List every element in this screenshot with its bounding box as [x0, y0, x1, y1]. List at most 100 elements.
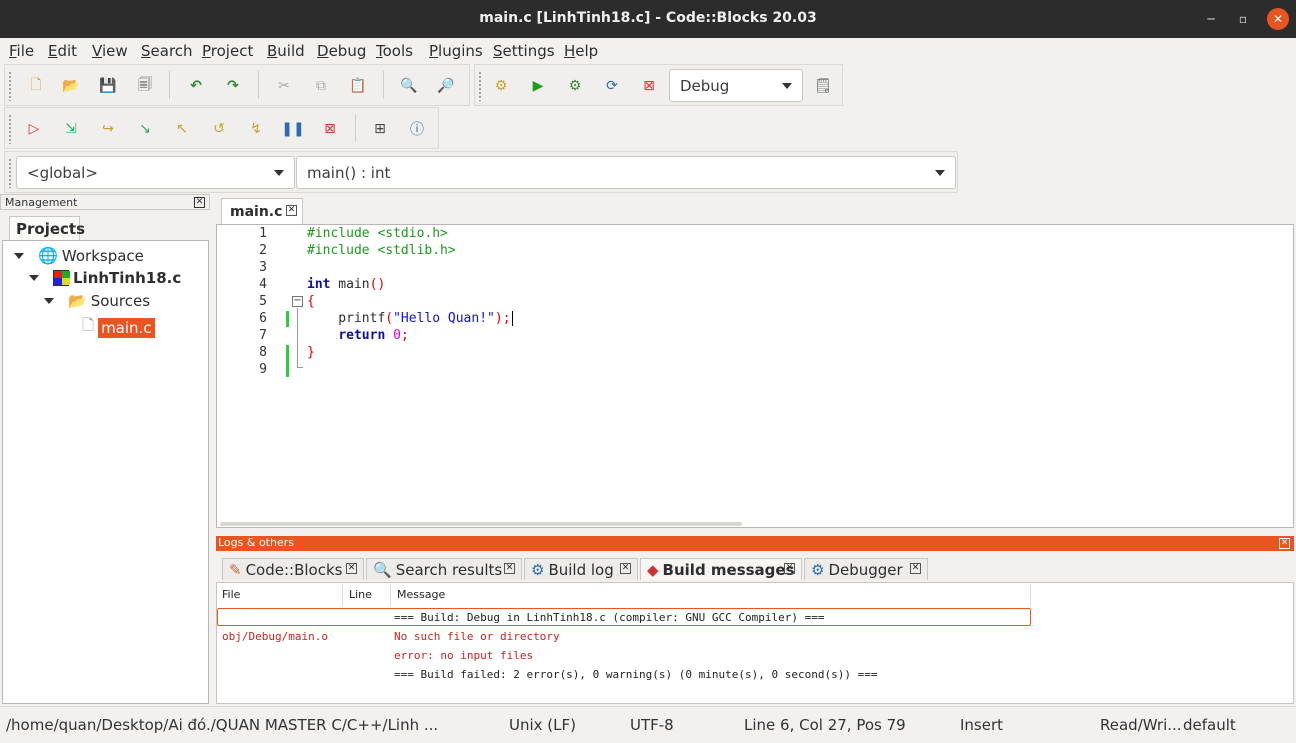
compiler-toolbar: ⚙ ▶ ⚙ ⟳ ⊠ Debug 🗒: [474, 64, 843, 106]
scope-select[interactable]: <global>: [16, 156, 295, 189]
close-icon[interactable]: ✕: [784, 563, 795, 574]
column-header-line[interactable]: Line: [349, 588, 372, 601]
code-line-1: #include <stdio.h>: [307, 226, 448, 241]
menu-search[interactable]: Search: [141, 42, 193, 60]
find-icon[interactable]: 🔍: [398, 75, 420, 97]
open-file-icon[interactable]: 📂: [60, 75, 82, 97]
build-options-icon[interactable]: 🗒: [812, 75, 834, 97]
copy-icon[interactable]: ⧉: [310, 75, 332, 97]
tree-workspace[interactable]: 🌐 Workspace: [14, 246, 144, 265]
toolbar-grip[interactable]: [478, 71, 482, 101]
row-file[interactable]: obj/Debug/main.o: [222, 630, 328, 643]
tab-label: Build messages: [662, 560, 795, 579]
tree-file-main[interactable]: 🗋 main.c: [82, 315, 155, 340]
tab-codeblocks-log[interactable]: ✎ Code::Blocks ✕: [222, 558, 364, 580]
tab-build-log[interactable]: ⚙ Build log ✕: [524, 558, 638, 580]
tab-main-c[interactable]: main.c ✕: [221, 198, 303, 224]
step-into-instruction-icon[interactable]: ↯: [245, 118, 267, 140]
toolbar-separator: [169, 71, 170, 99]
close-window-button[interactable]: ✕: [1267, 8, 1289, 30]
toolbar-grip[interactable]: [8, 71, 12, 101]
fold-end: [297, 367, 303, 368]
close-icon[interactable]: ✕: [346, 563, 357, 574]
build-gear-icon[interactable]: ⚙: [490, 75, 512, 97]
column-header-file[interactable]: File: [222, 588, 240, 601]
column-divider: [342, 584, 343, 606]
row-message[interactable]: No such file or directory: [394, 630, 560, 643]
tab-debugger[interactable]: ⚙ Debugger ✕: [804, 558, 928, 580]
step-into-icon[interactable]: ↘: [134, 118, 156, 140]
build-and-run-icon[interactable]: ⚙: [564, 75, 586, 97]
tab-search-results[interactable]: 🔍 Search results ✕: [366, 558, 522, 580]
row-message[interactable]: === Build failed: 2 error(s), 0 warning(…: [394, 668, 877, 681]
status-insert-mode: Insert: [960, 716, 1004, 734]
close-icon[interactable]: ✕: [910, 563, 921, 574]
code-line-5: {: [307, 294, 315, 309]
menu-file[interactable]: File: [9, 42, 34, 60]
step-out-icon[interactable]: ↖: [171, 118, 193, 140]
close-icon[interactable]: ✕: [620, 563, 631, 574]
next-line-icon[interactable]: ↪: [97, 118, 119, 140]
debug-windows-icon[interactable]: ⊞: [369, 118, 391, 140]
menu-help[interactable]: Help: [564, 42, 598, 60]
menu-build[interactable]: Build: [267, 42, 305, 60]
function-select[interactable]: main() : int: [296, 156, 956, 189]
rebuild-icon[interactable]: ⟳: [601, 75, 623, 97]
cut-icon[interactable]: ✂: [273, 75, 295, 97]
folder-label: Sources: [90, 292, 151, 310]
menu-plugins[interactable]: Plugins: [429, 42, 483, 60]
debug-continue-icon[interactable]: ▷: [23, 118, 45, 140]
replace-icon[interactable]: 🔎: [435, 75, 457, 97]
tab-projects[interactable]: Projects: [9, 216, 85, 240]
gear-icon: ⚙: [811, 560, 825, 579]
tree-sources-folder[interactable]: 📂 Sources: [44, 292, 150, 310]
save-icon[interactable]: 💾: [97, 75, 119, 97]
close-icon[interactable]: ✕: [194, 197, 205, 208]
expand-icon[interactable]: [29, 275, 39, 281]
undo-icon[interactable]: ↶: [185, 75, 207, 97]
next-instruction-icon[interactable]: ↺: [208, 118, 230, 140]
run-to-cursor-icon[interactable]: ⇲: [60, 118, 82, 140]
change-marker: [286, 311, 289, 327]
toolbar-grip[interactable]: [8, 158, 12, 188]
close-icon[interactable]: ✕: [1279, 538, 1290, 549]
build-target-select[interactable]: Debug: [669, 69, 803, 102]
debug-info-icon[interactable]: ⓘ: [406, 118, 428, 140]
menu-project[interactable]: Project: [202, 42, 253, 60]
menu-tools[interactable]: Tools: [376, 42, 413, 60]
horizontal-scrollbar[interactable]: [220, 522, 742, 526]
menu-view[interactable]: View: [92, 42, 128, 60]
paste-icon[interactable]: 📋: [347, 75, 369, 97]
save-all-icon[interactable]: 🗐: [134, 75, 156, 97]
redo-icon[interactable]: ↷: [222, 75, 244, 97]
close-icon[interactable]: ✕: [504, 563, 515, 574]
close-icon[interactable]: ✕: [286, 205, 297, 216]
tree-project[interactable]: LinhTinh18.c: [29, 269, 181, 287]
line-number: 4: [259, 277, 267, 292]
stop-debugger-icon[interactable]: ⊠: [319, 118, 341, 140]
menu-settings[interactable]: Settings: [493, 42, 555, 60]
row-message[interactable]: error: no input files: [394, 649, 533, 662]
column-header-message[interactable]: Message: [397, 588, 445, 601]
pause-icon[interactable]: ❚❚: [281, 118, 304, 140]
project-icon: [53, 270, 70, 286]
expand-icon[interactable]: [14, 252, 24, 259]
code-editor[interactable]: [216, 224, 1294, 528]
tab-label: Debugger: [828, 560, 903, 579]
abort-icon[interactable]: ⊠: [638, 75, 660, 97]
build-target-value: Debug: [680, 76, 730, 95]
menu-debug[interactable]: Debug: [317, 42, 366, 60]
new-file-icon[interactable]: 🗋: [25, 75, 47, 97]
minimize-button[interactable]: ─: [1200, 8, 1222, 30]
run-icon[interactable]: ▶: [527, 75, 549, 97]
menu-edit[interactable]: Edit: [48, 42, 77, 60]
fold-toggle-icon[interactable]: −: [292, 296, 303, 307]
tab-build-messages[interactable]: ◆ Build messages ✕: [640, 558, 802, 580]
maximize-button[interactable]: ▫: [1232, 8, 1254, 30]
fold-line: [297, 308, 298, 368]
tab-label: Build log: [548, 560, 614, 579]
chevron-down-icon: [782, 82, 792, 89]
expand-icon[interactable]: [44, 298, 54, 304]
line-number: 6: [259, 311, 267, 326]
toolbar-grip[interactable]: [8, 114, 12, 144]
